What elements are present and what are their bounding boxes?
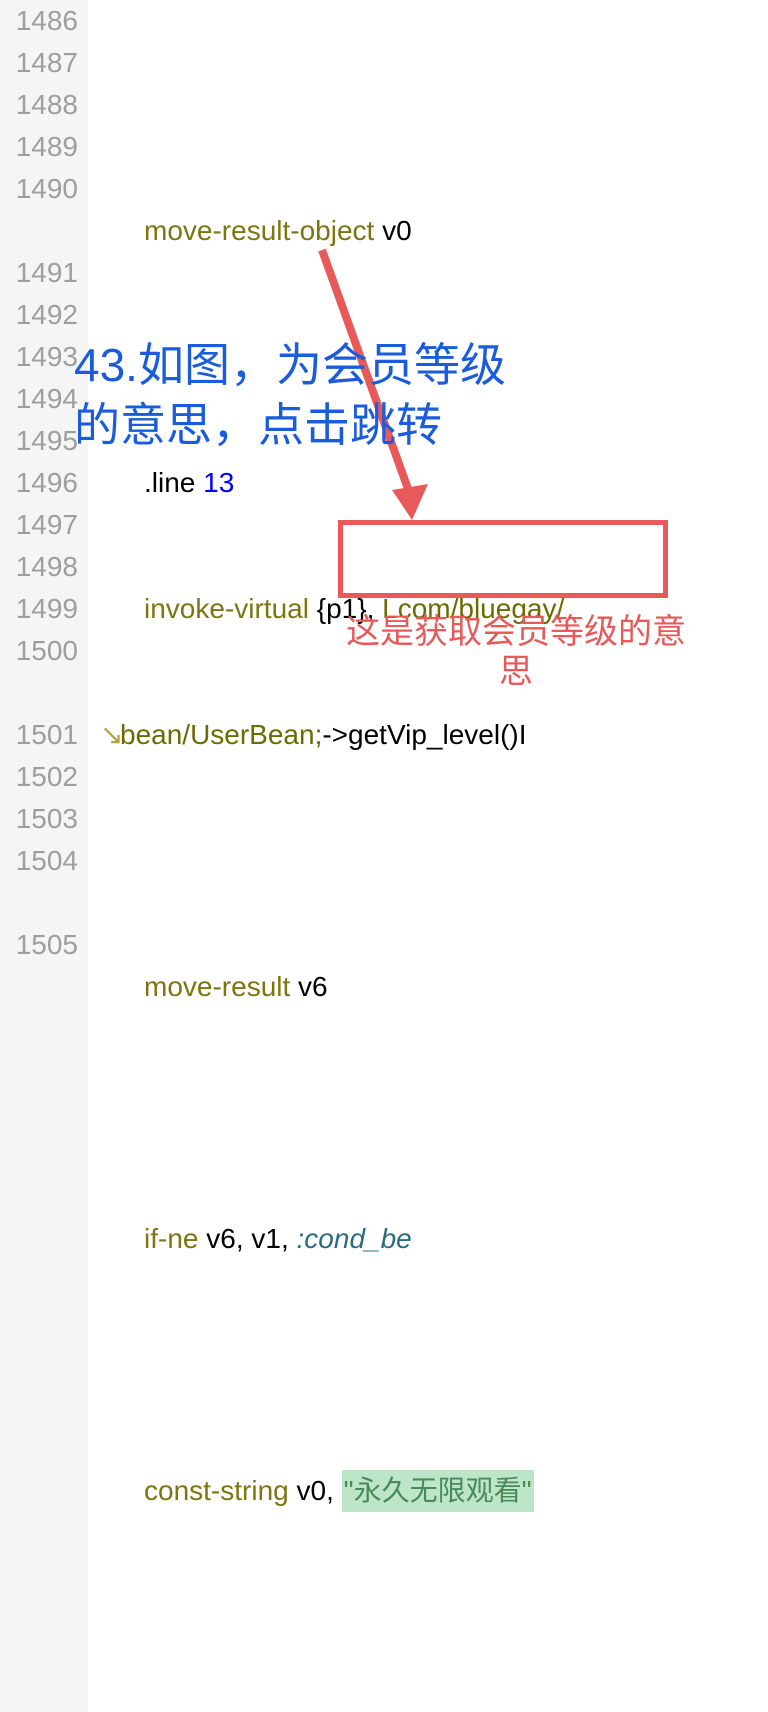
line-number: 1489 [6,126,78,168]
code-line: move-result-object v0 [96,210,768,252]
line-wrap-indicator [6,672,78,714]
token-opcode: if-ne [144,1218,198,1260]
line-number: 1492 [6,294,78,336]
code-line [96,336,768,378]
line-number: 1493 [6,336,78,378]
token-string: "永久无限观看" [342,1470,534,1512]
token-opcode: move-result-object [144,210,374,252]
token-opcode: invoke-virtual [144,588,309,630]
token-opcode: move-result [144,966,290,1008]
line-number-gutter: 1486 1487 1488 1489 1490 1491 1492 1493 … [0,0,88,1712]
code-line: move-result v6 [96,966,768,1008]
code-area[interactable]: move-result-object v0 .line 13 invoke-vi… [88,0,768,1712]
line-number: 1500 [6,630,78,672]
code-line: if-ne v6, v1, :cond_be [96,1218,768,1260]
token-register: v6, v1, [198,1218,296,1260]
line-number: 1491 [6,252,78,294]
line-number: 1490 [6,168,78,210]
line-number: 1496 [6,462,78,504]
line-number: 1499 [6,588,78,630]
code-line [96,1092,768,1134]
token-class: Lcom/bluegay/ [382,588,564,630]
line-number: 1505 [6,924,78,966]
token-register: v6 [290,966,327,1008]
code-line: invoke-virtual {p1}, Lcom/bluegay/ [96,588,768,630]
line-number: 1486 [6,0,78,42]
line-wrap-indicator [6,882,78,924]
code-line-wrap: ↘bean/UserBean;->getVip_level()I [96,714,768,756]
token-method: ->getVip_level()I [322,714,526,756]
token-opcode: const-string [144,1470,289,1512]
wrap-arrow-icon: ↘ [100,714,120,756]
token-label: :cond_be [297,1218,412,1260]
line-number: 1498 [6,546,78,588]
token-register: {p1}, [309,588,382,630]
line-number: 1504 [6,840,78,882]
code-line [96,1344,768,1386]
token-class: bean/UserBean; [120,714,322,756]
token-number: 13 [195,462,234,504]
line-number: 1487 [6,42,78,84]
code-line: .line 13 [96,462,768,504]
token-register: v0 [374,210,411,252]
code-line [96,840,768,882]
code-line [96,84,768,126]
line-number: 1503 [6,798,78,840]
line-number: 1495 [6,420,78,462]
line-wrap-indicator [6,210,78,252]
line-number: 1502 [6,756,78,798]
token-register: v0, [289,1470,342,1512]
token-directive: .line [144,462,195,504]
line-number: 1497 [6,504,78,546]
line-number: 1501 [6,714,78,756]
line-number: 1488 [6,84,78,126]
line-number: 1494 [6,378,78,420]
code-line [96,1596,768,1638]
code-line: const-string v0, "永久无限观看" [96,1470,768,1512]
